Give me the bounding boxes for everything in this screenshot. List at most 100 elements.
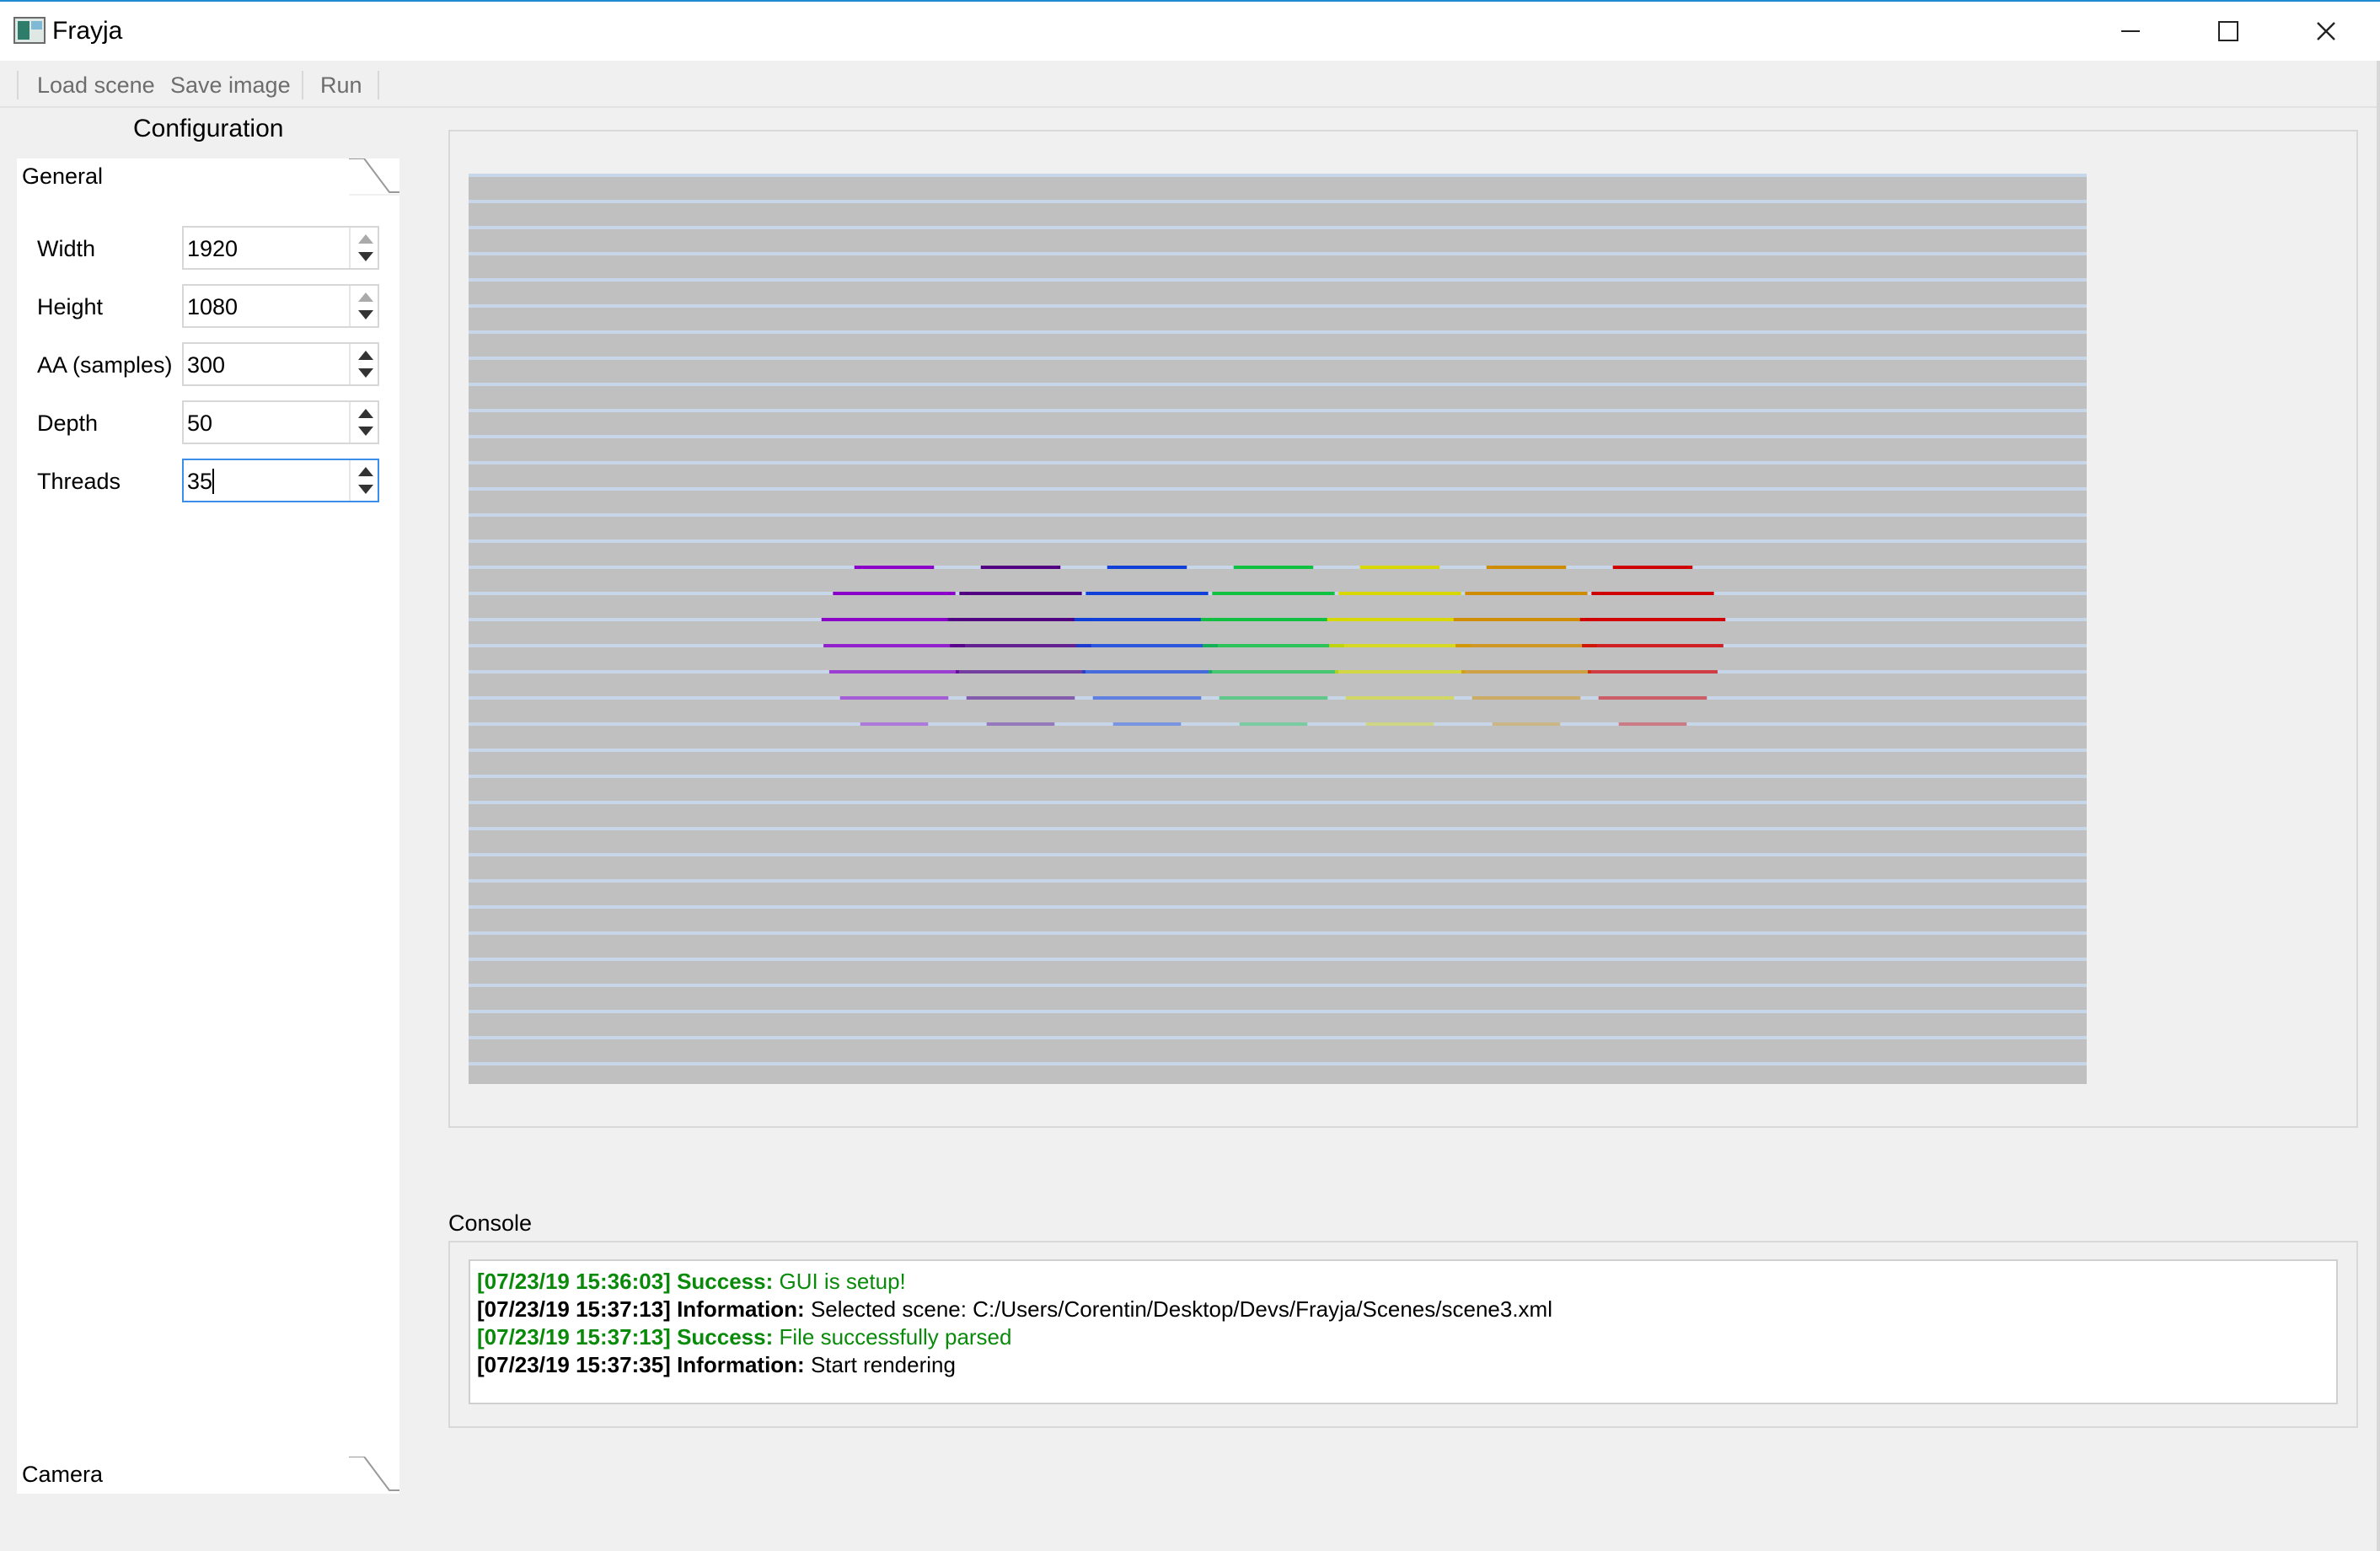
console-output[interactable]: [07/23/19 15:36:03] Success: GUI is setu…: [469, 1259, 2338, 1404]
sphere-segment: [1582, 644, 1723, 647]
spin-down-icon[interactable]: [358, 252, 373, 261]
scanline: [469, 226, 2087, 229]
sphere-segment: [1471, 696, 1581, 700]
tab-camera[interactable]: Camera: [17, 1457, 399, 1494]
scanline: [469, 513, 2087, 517]
spin-arrows[interactable]: [349, 344, 378, 384]
sphere-segment: [986, 722, 1055, 726]
scanline: [469, 853, 2087, 856]
sphere-segment: [1219, 696, 1328, 700]
scanline: [469, 330, 2087, 334]
width-spinbox[interactable]: 1920: [182, 226, 379, 270]
log-timestamp: [07/23/19 15:36:03]: [477, 1269, 671, 1294]
sphere-segment: [1239, 722, 1308, 726]
sphere-segment: [1327, 618, 1473, 621]
tab-corner: [349, 1457, 399, 1494]
spin-up-icon[interactable]: [358, 292, 373, 302]
log-level: Information:: [677, 1296, 805, 1322]
tab-camera-label: Camera: [22, 1462, 104, 1487]
log-message: File successfully parsed: [779, 1324, 1012, 1350]
app-icon: [13, 17, 46, 44]
sphere-segment: [1359, 566, 1440, 569]
threads-spinbox[interactable]: 35: [182, 459, 379, 502]
scanline: [469, 278, 2087, 282]
spin-down-icon[interactable]: [358, 368, 373, 378]
threads-label: Threads: [37, 469, 121, 494]
spin-up-icon[interactable]: [358, 409, 373, 418]
spin-up-icon[interactable]: [358, 234, 373, 244]
text-caret: [212, 469, 214, 494]
sphere-segment: [1085, 592, 1209, 595]
sphere-segment: [1618, 722, 1687, 726]
sphere-segment: [1486, 566, 1567, 569]
width-label: Width: [37, 236, 96, 261]
spin-down-icon[interactable]: [358, 485, 373, 494]
sphere-segment: [955, 670, 1086, 674]
maximize-button[interactable]: [2179, 2, 2277, 61]
width-value: 1920: [187, 236, 239, 261]
spin-down-icon[interactable]: [358, 427, 373, 436]
log-line: [07/23/19 15:36:03] Success: GUI is setu…: [477, 1268, 2336, 1296]
tab-general[interactable]: General: [17, 158, 399, 196]
load-scene-button[interactable]: Load scene: [37, 72, 155, 99]
title-bar: Frayja: [0, 0, 2380, 61]
configuration-panel: General Width 1920 Height 1080 AA (sampl…: [17, 158, 399, 1494]
depth-spinbox[interactable]: 50: [182, 400, 379, 444]
sphere-segment: [950, 644, 1091, 647]
scanline: [469, 775, 2087, 778]
minimize-button[interactable]: [2082, 2, 2179, 61]
sphere-segment: [1112, 722, 1182, 726]
sphere-segment: [1233, 566, 1314, 569]
spin-arrows[interactable]: [349, 228, 378, 268]
aa-samples-spinbox[interactable]: 300: [182, 342, 379, 386]
sphere-segment: [1453, 618, 1600, 621]
sphere-segment: [828, 670, 960, 674]
sphere-segment: [1074, 618, 1220, 621]
sphere-segment: [833, 592, 956, 595]
scanline: [469, 252, 2087, 255]
close-icon: [2317, 22, 2335, 40]
depth-value: 50: [187, 411, 213, 436]
sphere-segment: [1203, 644, 1344, 647]
scanline: [469, 409, 2087, 412]
scanline: [469, 200, 2087, 203]
sphere-segment: [980, 566, 1061, 569]
sphere-segment: [1107, 566, 1187, 569]
log-timestamp: [07/23/19 15:37:35]: [477, 1352, 671, 1377]
spin-up-icon[interactable]: [358, 467, 373, 476]
scanline: [469, 383, 2087, 386]
minimize-icon: [2121, 30, 2140, 32]
render-image: [469, 174, 2087, 1084]
log-message: Selected scene: C:/Users/Corentin/Deskto…: [810, 1296, 1552, 1322]
toolbar-separator: [378, 71, 379, 99]
close-button[interactable]: [2277, 2, 2375, 61]
toolbar-separator: [302, 71, 303, 99]
aa-samples-label: AA (samples): [37, 352, 173, 378]
log-timestamp: [07/23/19 15:37:13]: [477, 1324, 671, 1350]
render-canvas: [469, 174, 2087, 1084]
spin-arrows[interactable]: [349, 402, 378, 443]
scanline: [469, 827, 2087, 830]
spin-arrows[interactable]: [349, 460, 378, 501]
run-button[interactable]: Run: [320, 72, 362, 99]
maximize-icon: [2218, 21, 2238, 41]
sphere-segment: [1200, 618, 1347, 621]
spin-down-icon[interactable]: [358, 310, 373, 319]
save-image-button[interactable]: Save image: [170, 72, 291, 99]
log-line: [07/23/19 15:37:13] Information: Selecte…: [477, 1296, 2336, 1323]
scanline: [469, 357, 2087, 360]
sphere-segment: [1461, 670, 1592, 674]
scanline: [469, 879, 2087, 883]
sphere-segment: [1092, 696, 1202, 700]
scanline: [469, 905, 2087, 909]
aa-samples-value: 300: [187, 352, 226, 378]
console-label: Console: [448, 1210, 533, 1236]
spin-up-icon[interactable]: [358, 351, 373, 360]
sphere-segment: [959, 592, 1082, 595]
height-spinbox[interactable]: 1080: [182, 284, 379, 328]
spin-arrows[interactable]: [349, 286, 378, 326]
sphere-segment: [1587, 670, 1718, 674]
scanline: [469, 1062, 2087, 1065]
sphere-segment: [1598, 696, 1707, 700]
toolbar: Load scene Save image Run: [0, 61, 2377, 108]
